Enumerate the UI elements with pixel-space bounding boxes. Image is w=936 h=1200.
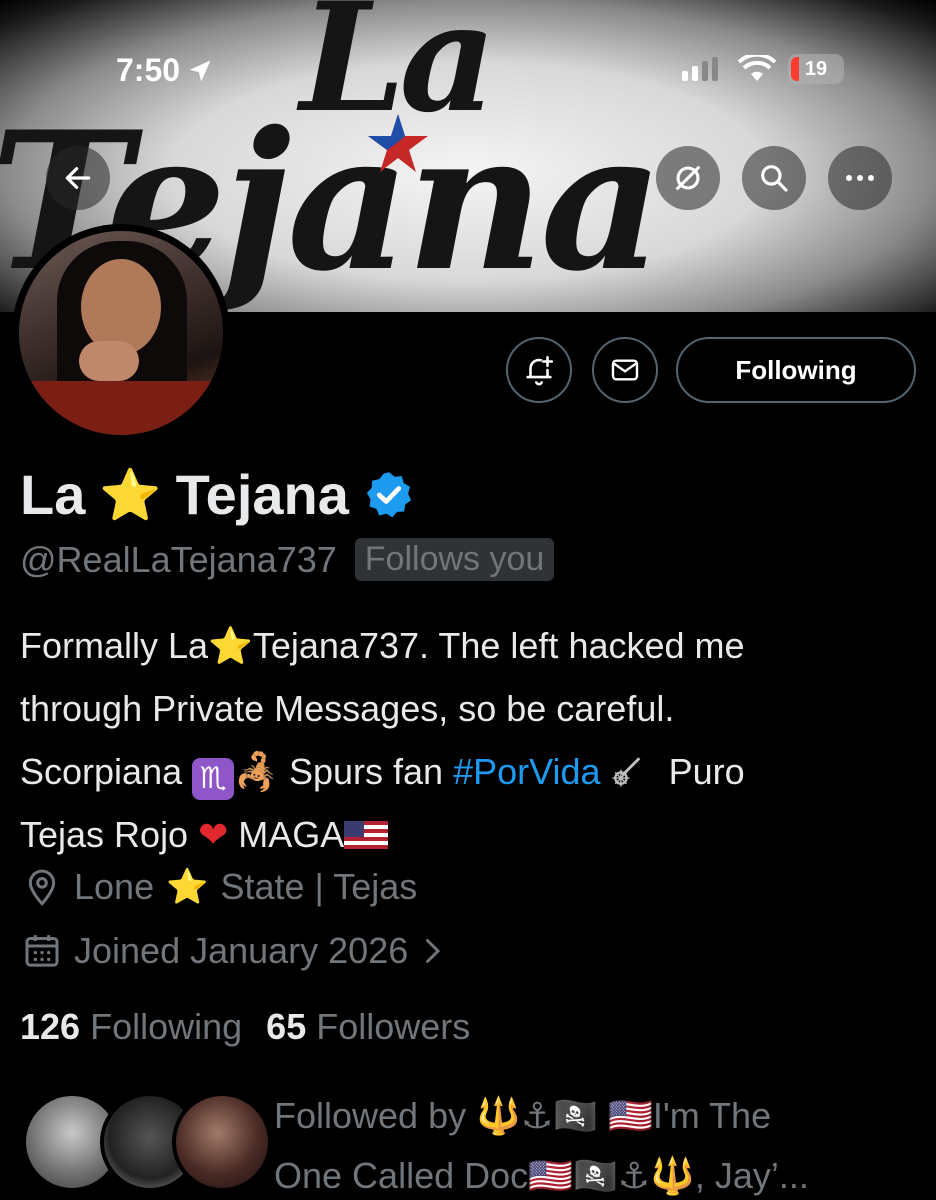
status-time: 7:50 <box>116 52 214 89</box>
star-emoji: ⭐ <box>99 466 162 523</box>
bio: Formally La⭐Tejana737. The left hacked m… <box>20 614 920 866</box>
heart-emoji: ❤ <box>198 814 229 855</box>
battery-level: 19 <box>804 57 828 80</box>
notifications-button[interactable] <box>506 337 572 403</box>
scorpion-emoji: 🦂 <box>234 751 279 792</box>
handle: @RealLaTejana737 <box>20 538 337 580</box>
followers-count: 65 <box>266 1006 307 1047</box>
bio-line-2: through Private Messages, so be careful. <box>20 688 675 729</box>
display-name-part2: Tejana <box>175 463 349 526</box>
grok-icon <box>675 165 701 191</box>
message-button[interactable] <box>592 337 658 403</box>
following-count: 126 <box>20 1006 81 1047</box>
bio-text: Tejas Rojo <box>20 814 189 855</box>
bio-text: Scorpiana <box>20 751 183 792</box>
time-text: 7:50 <box>116 52 181 88</box>
back-arrow-icon <box>65 167 91 189</box>
bio-line-4: Tejas Rojo ❤ MAGA <box>20 803 920 866</box>
following-button[interactable]: Following <box>676 337 916 403</box>
spurs-icon <box>611 757 640 787</box>
chevron-right-icon <box>426 939 441 963</box>
followers-you-know-avatars[interactable] <box>22 1092 272 1192</box>
scorpio-emoji: ♏ <box>192 758 235 800</box>
verified-badge-icon[interactable] <box>363 469 415 521</box>
status-icons: 19 <box>682 54 844 84</box>
followers-link[interactable]: 65 Followers <box>266 1006 470 1048</box>
location-pin-icon <box>28 869 56 906</box>
bio-text: MAGA <box>238 814 345 855</box>
display-name-part1: La <box>20 463 86 526</box>
location-text-part2: State | Tejas <box>220 866 418 907</box>
back-button[interactable] <box>46 146 110 210</box>
follow-stats: 126 Following 65 Followers <box>20 1006 470 1048</box>
search-button[interactable] <box>742 146 806 210</box>
display-name-row: La ⭐ Tejana <box>20 462 415 527</box>
bell-plus-icon <box>526 355 554 386</box>
star-emoji: ⭐ <box>166 868 209 906</box>
followers-label: Followers <box>316 1006 471 1047</box>
bio-text: Puro <box>668 751 745 792</box>
following-label: Following <box>90 1006 243 1047</box>
handle-row: @RealLaTejana737 Follows you <box>20 538 555 581</box>
avatar[interactable] <box>12 224 230 442</box>
following-link[interactable]: 126 Following <box>20 1006 242 1048</box>
battery-indicator: 19 <box>788 54 844 84</box>
location-arrow-icon <box>189 60 211 81</box>
hashtag-link[interactable]: #PorVida <box>453 751 600 792</box>
star-icon <box>368 114 428 172</box>
cellular-signal-icon <box>682 57 718 81</box>
followed-by-line-2: One Called Doc🇺🇸🏴‍☠️⚓🔱, Jay’... <box>274 1155 809 1196</box>
joined-row[interactable]: Joined January 2026 <box>22 930 444 972</box>
location-row: Lone ⭐ State | Tejas <box>22 866 417 908</box>
followed-by-text[interactable]: Followed by 🔱⚓🏴‍☠️ 🇺🇸I'm The One Called … <box>274 1086 924 1200</box>
calendar-icon <box>25 935 59 967</box>
bio-line-3: Scorpiana ♏ 🦂 Spurs fan #PorVida Puro <box>20 740 920 803</box>
avatar-photo <box>19 231 223 435</box>
more-dots-icon <box>846 175 874 181</box>
bio-line-1: Formally La⭐Tejana737. The left hacked m… <box>20 625 745 666</box>
search-icon <box>761 165 788 192</box>
more-button[interactable] <box>828 146 892 210</box>
wifi-icon <box>738 55 776 81</box>
avatar <box>172 1092 272 1192</box>
followed-by-line-1: Followed by 🔱⚓🏴‍☠️ 🇺🇸I'm The <box>274 1095 772 1136</box>
envelope-icon <box>611 359 639 381</box>
joined-date: Joined January 2026 <box>74 930 409 971</box>
bio-text: Spurs fan <box>288 751 444 792</box>
location-text-part1: Lone <box>74 866 155 907</box>
us-flag-emoji <box>344 821 389 849</box>
follows-you-badge: Follows you <box>354 538 555 581</box>
grok-button[interactable] <box>656 146 720 210</box>
